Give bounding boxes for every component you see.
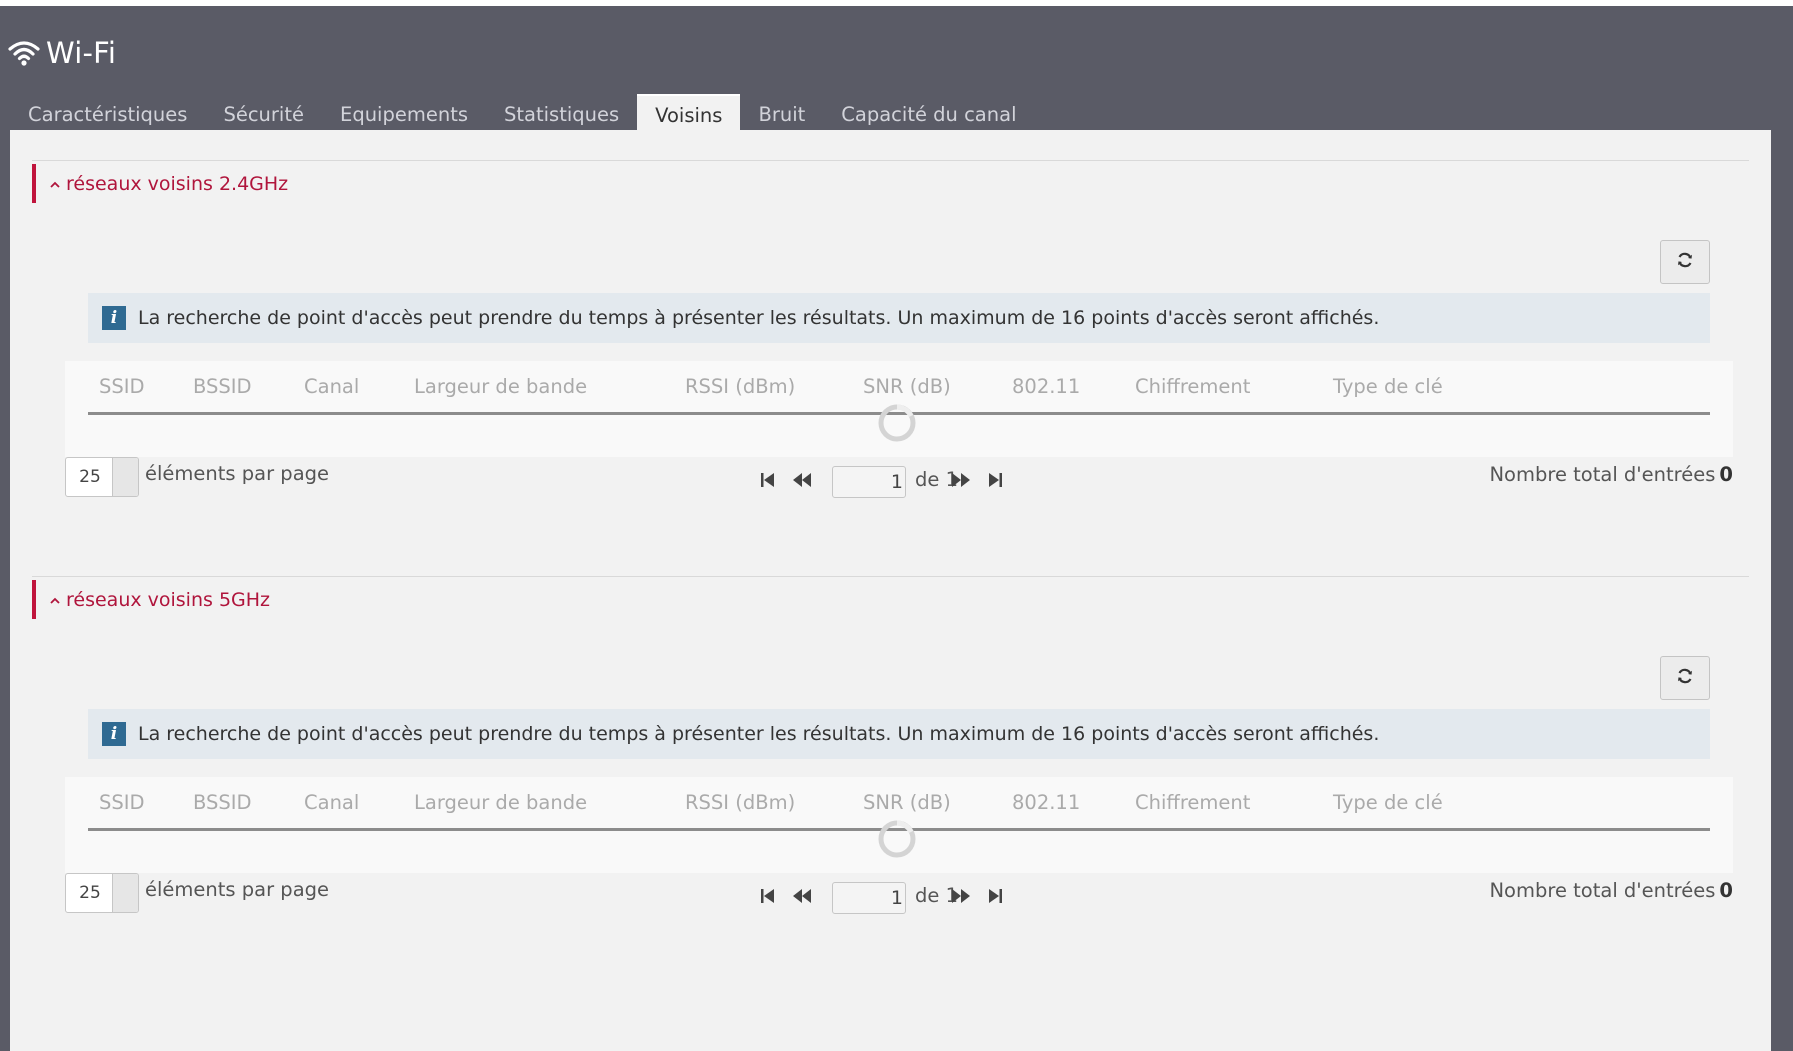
- info-icon: i: [102, 306, 126, 330]
- next-page-icon[interactable]: [950, 469, 972, 491]
- chevron-up-icon: [48, 593, 62, 607]
- items-per-page-value: 25: [79, 467, 101, 487]
- info-text: La recherche de point d'accès peut prend…: [138, 307, 1380, 329]
- column-header-canal[interactable]: Canal: [304, 375, 359, 398]
- info-icon: i: [102, 722, 126, 746]
- column-header-chiffrement[interactable]: Chiffrement: [1135, 791, 1250, 814]
- column-header-type-de-cle[interactable]: Type de clé: [1333, 375, 1443, 398]
- total-entries-label: Nombre total d'entrées: [1489, 879, 1716, 902]
- section-header-2-4ghz[interactable]: réseaux voisins 2.4GHz: [32, 164, 288, 203]
- items-per-page-select[interactable]: 25: [65, 457, 139, 497]
- column-header-ssid[interactable]: SSID: [99, 791, 145, 814]
- first-page-icon[interactable]: [757, 469, 779, 491]
- refresh-icon: [1676, 251, 1694, 273]
- items-per-page-toggle[interactable]: [112, 458, 138, 496]
- first-page-icon[interactable]: [757, 885, 779, 907]
- app-header: Wi-Fi: [8, 28, 116, 78]
- page-number-input[interactable]: [832, 466, 906, 498]
- items-per-page-value: 25: [79, 883, 101, 903]
- previous-page-icon[interactable]: [791, 885, 813, 907]
- column-header-802-11[interactable]: 802.11: [1012, 375, 1080, 398]
- section-header-5ghz[interactable]: réseaux voisins 5GHz: [32, 580, 270, 619]
- loading-spinner-icon: [878, 820, 916, 858]
- info-message: i La recherche de point d'accès peut pre…: [88, 293, 1710, 343]
- column-header-chiffrement[interactable]: Chiffrement: [1135, 375, 1250, 398]
- app-title: Wi-Fi: [46, 36, 117, 70]
- column-header-snr[interactable]: SNR (dB): [863, 375, 951, 398]
- pagination-bar: 25 éléments par page de 1 Nombre total d…: [65, 873, 1733, 915]
- info-text: La recherche de point d'accès peut prend…: [138, 723, 1380, 745]
- neighbors-table: SSID BSSID Canal Largeur de bande RSSI (…: [65, 777, 1733, 873]
- column-header-type-de-cle[interactable]: Type de clé: [1333, 791, 1443, 814]
- column-header-bssid[interactable]: BSSID: [193, 375, 252, 398]
- column-header-bssid[interactable]: BSSID: [193, 791, 252, 814]
- column-header-rssi[interactable]: RSSI (dBm): [685, 375, 795, 398]
- items-per-page-select[interactable]: 25: [65, 873, 139, 913]
- section-title: réseaux voisins 2.4GHz: [66, 172, 289, 195]
- section-title: réseaux voisins 5GHz: [66, 588, 271, 611]
- column-header-largeur-de-bande[interactable]: Largeur de bande: [414, 375, 587, 398]
- column-header-802-11[interactable]: 802.11: [1012, 791, 1080, 814]
- refresh-button[interactable]: [1660, 656, 1710, 700]
- page-number-input[interactable]: [832, 882, 906, 914]
- total-entries-label: Nombre total d'entrées: [1489, 463, 1716, 486]
- refresh-icon: [1676, 667, 1694, 689]
- items-per-page-label: éléments par page: [145, 878, 330, 901]
- total-entries-value: 0: [1719, 879, 1733, 902]
- previous-page-icon[interactable]: [791, 469, 813, 491]
- column-header-ssid[interactable]: SSID: [99, 375, 145, 398]
- total-entries: Nombre total d'entrées 0: [1489, 879, 1733, 902]
- refresh-button[interactable]: [1660, 240, 1710, 284]
- column-header-canal[interactable]: Canal: [304, 791, 359, 814]
- next-page-icon[interactable]: [950, 885, 972, 907]
- column-header-rssi[interactable]: RSSI (dBm): [685, 791, 795, 814]
- pagination-bar: 25 éléments par page de 1 Nombre total d…: [65, 457, 1733, 499]
- loading-spinner-icon: [878, 404, 916, 442]
- items-per-page-toggle[interactable]: [112, 874, 138, 912]
- column-header-largeur-de-bande[interactable]: Largeur de bande: [414, 791, 587, 814]
- wifi-icon: [8, 39, 40, 67]
- total-entries-value: 0: [1719, 463, 1733, 486]
- total-entries: Nombre total d'entrées 0: [1489, 463, 1733, 486]
- info-message: i La recherche de point d'accès peut pre…: [88, 709, 1710, 759]
- column-header-snr[interactable]: SNR (dB): [863, 791, 951, 814]
- section-divider: [32, 576, 1749, 577]
- items-per-page-label: éléments par page: [145, 462, 330, 485]
- main-content: réseaux voisins 2.4GHz i La recherche de…: [10, 130, 1771, 1051]
- last-page-icon[interactable]: [984, 885, 1006, 907]
- last-page-icon[interactable]: [984, 469, 1006, 491]
- chevron-up-icon: [48, 177, 62, 191]
- neighbors-table: SSID BSSID Canal Largeur de bande RSSI (…: [65, 361, 1733, 457]
- section-divider: [32, 160, 1749, 161]
